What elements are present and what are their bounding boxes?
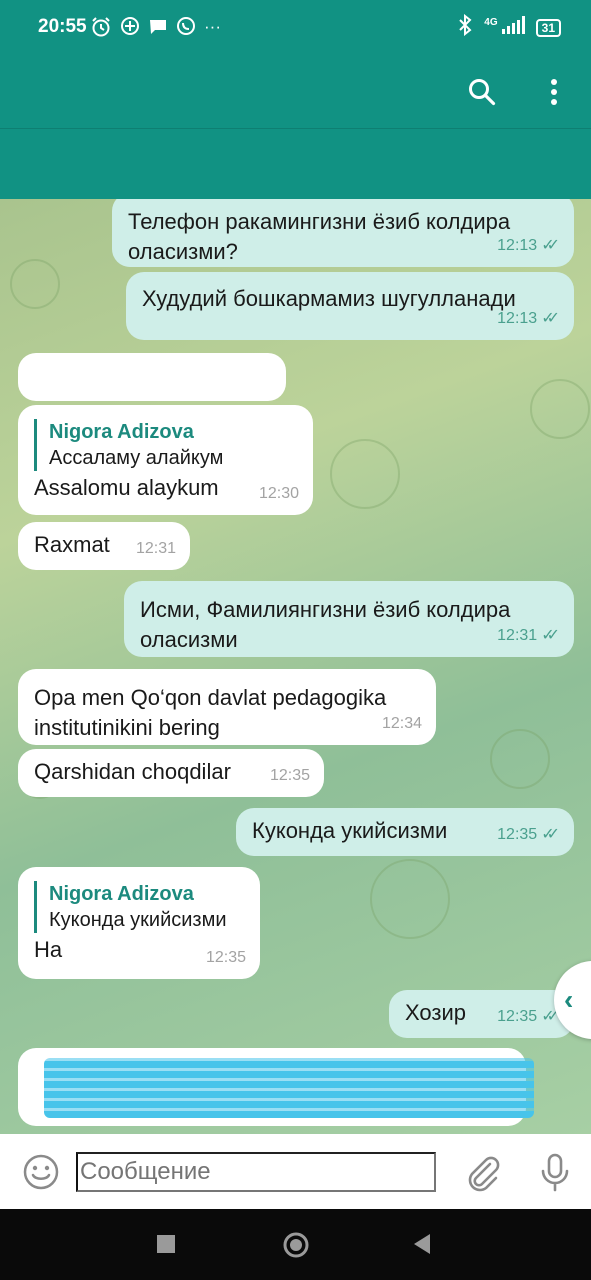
circle-icon xyxy=(283,1232,309,1258)
background-doodle xyxy=(330,439,400,509)
background-doodle xyxy=(10,259,60,309)
message-bubble-incoming[interactable]: Raxmat 12:31 xyxy=(18,522,190,570)
message-text: Худудий бошкармамиз шугулланади xyxy=(142,286,516,311)
message-text: Телефон ракамингизни ёзиб колдира оласиз… xyxy=(128,209,511,264)
recent-apps-button[interactable] xyxy=(156,1234,176,1259)
message-text: Opa men Qo‘qon davlat pedagogika institu… xyxy=(34,685,387,740)
double-check-icon: ✓✓ xyxy=(541,237,560,254)
back-triangle-icon xyxy=(414,1234,430,1254)
chat-toolbar xyxy=(0,56,591,128)
home-button[interactable] xyxy=(282,1231,310,1264)
message-bubble-incoming[interactable] xyxy=(18,353,286,401)
message-input[interactable] xyxy=(76,1152,436,1192)
chat-messages-area[interactable]: Телефон ракамингизни ёзиб колдира оласиз… xyxy=(0,199,591,1134)
message-bubble-outgoing[interactable]: Исми, Фамилиянгизни ёзиб колдира оласизм… xyxy=(124,581,574,657)
message-time: 12:35 xyxy=(269,767,310,784)
message-text: Assalomu alaykum xyxy=(34,475,219,500)
more-vert-icon xyxy=(551,79,557,105)
message-bubble-incoming[interactable]: Nigora Adizova Ассаламу алайкум Assalomu… xyxy=(18,405,313,515)
message-bubble-outgoing[interactable]: Куконда укийсизми 12:35 ✓✓ xyxy=(236,808,574,856)
message-bubble-outgoing[interactable]: Телефон ракамингизни ёзиб колдира оласиз… xyxy=(112,199,574,267)
alarm-icon xyxy=(90,16,112,44)
message-time: 12:35 xyxy=(497,826,538,843)
plus-circle-icon xyxy=(120,16,140,44)
reply-author: Nigora Adizova xyxy=(49,883,194,905)
message-time: 12:31 xyxy=(135,540,176,557)
reply-author: Nigora Adizova xyxy=(49,421,194,443)
back-button[interactable] xyxy=(412,1233,432,1260)
more-options-button[interactable] xyxy=(534,72,574,112)
chevron-left-icon: ‹ xyxy=(564,984,574,1015)
microphone-icon xyxy=(541,1153,569,1192)
system-navigation-bar xyxy=(0,1209,591,1280)
paperclip-icon xyxy=(468,1156,500,1192)
double-check-icon: ✓✓ xyxy=(541,826,560,843)
message-time: 12:13 xyxy=(497,237,538,254)
reply-text: Куконда укийсизми xyxy=(49,909,227,931)
message-bubble-outgoing[interactable]: Худудий бошкармамиз шугулланади 12:13 ✓✓ xyxy=(126,272,574,340)
message-bubble-incoming[interactable]: Qarshidan choqdilar 12:35 xyxy=(18,749,324,797)
message-time: 12:35 xyxy=(497,1008,538,1025)
more-dots-icon: ··· xyxy=(204,17,221,36)
background-doodle xyxy=(490,729,550,789)
double-check-icon: ✓✓ xyxy=(541,627,560,644)
search-button[interactable] xyxy=(462,72,502,112)
chat-icon xyxy=(148,16,168,44)
background-doodle xyxy=(530,379,590,439)
bluetooth-icon xyxy=(456,13,474,41)
reply-quote[interactable]: Nigora Adizova Куконда укийсизми xyxy=(34,881,244,933)
status-time: 20:55 xyxy=(38,16,87,37)
reply-text: Ассаламу алайкум xyxy=(49,447,224,469)
redacted-message-bubble[interactable] xyxy=(18,1048,534,1126)
emoji-button[interactable] xyxy=(22,1153,60,1191)
chat-subheader xyxy=(0,128,591,200)
status-bar: 20:55 ··· 4G 31 xyxy=(0,0,591,56)
message-time: 12:35 xyxy=(205,949,246,966)
search-icon xyxy=(469,79,496,106)
background-doodle xyxy=(370,859,450,939)
message-time: 12:34 xyxy=(381,715,422,732)
network-label: 4G xyxy=(484,17,498,28)
message-composer xyxy=(0,1134,591,1209)
reply-quote[interactable]: Nigora Adizova Ассаламу алайкум xyxy=(34,419,297,471)
signal-icon xyxy=(500,15,526,40)
battery-indicator: 31 xyxy=(535,18,561,37)
message-bubble-outgoing[interactable]: Хозир 12:35 ✓✓ xyxy=(389,990,574,1038)
message-text: Qarshidan choqdilar xyxy=(34,759,231,784)
whatsapp-icon xyxy=(176,16,196,44)
message-text: Исми, Фамилиянгизни ёзиб колдира оласизм… xyxy=(140,597,511,652)
microphone-button[interactable] xyxy=(538,1152,572,1192)
message-bubble-incoming[interactable]: Opa men Qo‘qon davlat pedagogika institu… xyxy=(18,669,436,745)
message-bubble-incoming[interactable]: Nigora Adizova Куконда укийсизми На 12:3… xyxy=(18,867,260,979)
double-check-icon: ✓✓ xyxy=(541,310,560,327)
message-time: 12:13 xyxy=(497,310,538,327)
message-time: 12:30 xyxy=(258,485,299,502)
emoji-icon xyxy=(23,1154,59,1190)
square-icon xyxy=(157,1235,175,1253)
attach-button[interactable] xyxy=(462,1152,502,1192)
redaction-overlay xyxy=(44,1058,534,1118)
message-time: 12:31 xyxy=(497,627,538,644)
